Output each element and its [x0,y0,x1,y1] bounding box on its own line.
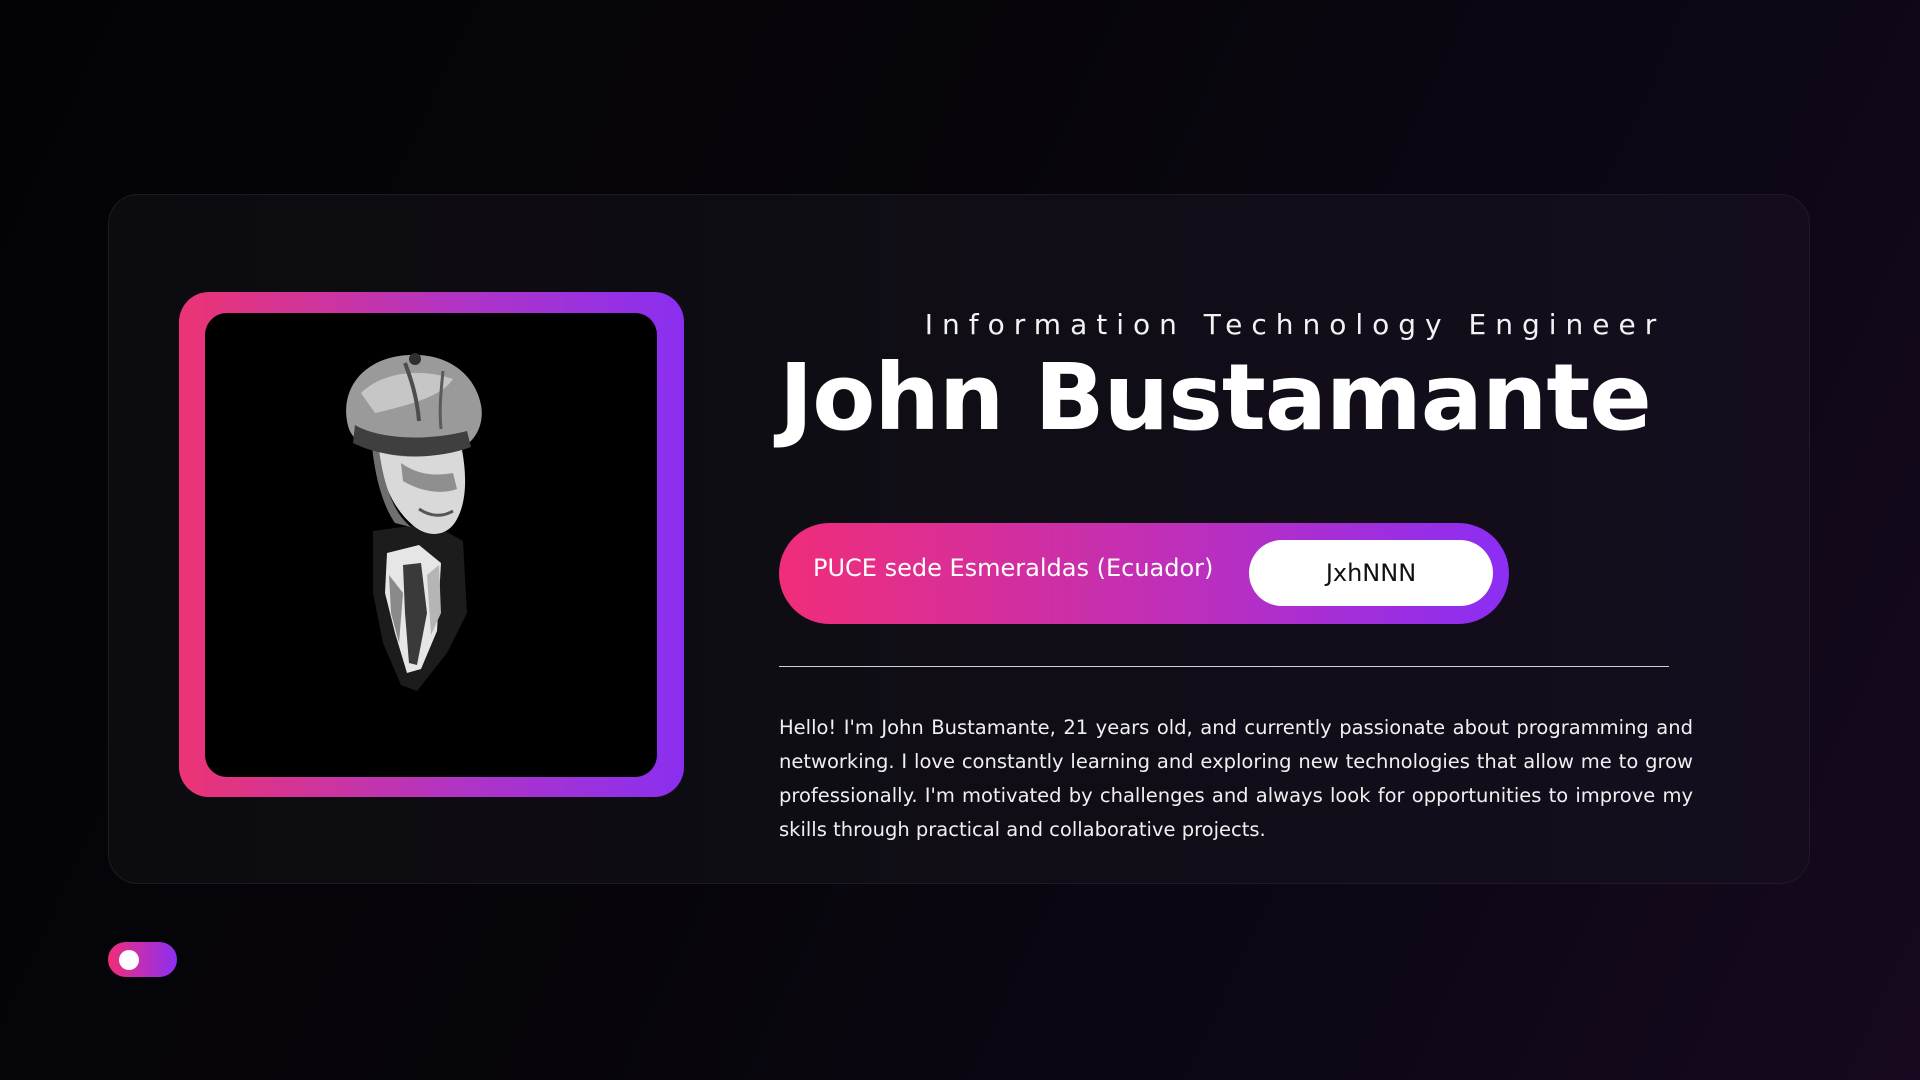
section-divider [779,666,1669,667]
profile-photo [205,313,657,777]
profile-bio: Hello! I'm John Bustamante, 21 years old… [779,716,1693,841]
handle-button[interactable]: JxhNNN [1249,540,1493,606]
portrait-illustration [346,353,482,691]
institution-pill: PUCE sede Esmeraldas (Ecuador) JxhNNN [779,523,1509,624]
profile-photo-frame [179,292,684,797]
theme-toggle[interactable] [108,942,177,977]
profile-card: Information Technology Engineer John Bus… [108,194,1810,884]
profile-subtitle: Information Technology Engineer [924,308,1666,341]
toggle-knob [119,950,139,970]
institution-label: PUCE sede Esmeraldas (Ecuador) [813,554,1214,582]
profile-name: John Bustamante [779,344,1652,451]
